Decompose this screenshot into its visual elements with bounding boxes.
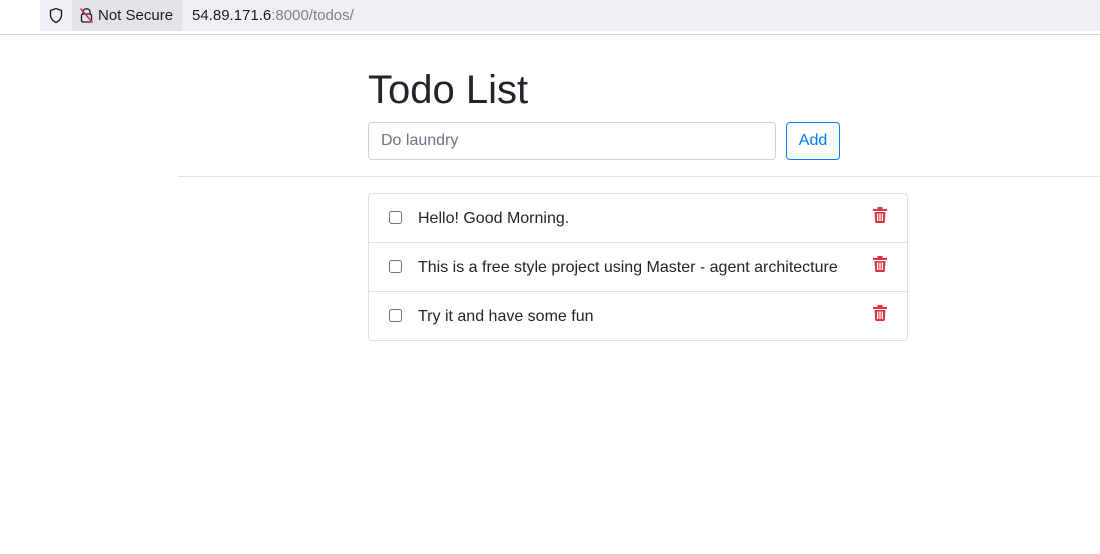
todo-text: This is a free style project using Maste…: [418, 259, 838, 276]
url-text[interactable]: 54.89.171.6:8000/todos/: [192, 7, 354, 24]
trash-icon[interactable]: [873, 305, 887, 321]
divider: [178, 176, 1100, 177]
todo-item: Hello! Good Morning.: [369, 194, 907, 243]
todo-item: Try it and have some fun: [369, 292, 907, 340]
todo-input[interactable]: [368, 122, 776, 160]
add-button[interactable]: Add: [786, 122, 840, 160]
url-host: 54.89.171.6: [192, 7, 272, 24]
todo-text: Try it and have some fun: [418, 308, 594, 325]
page-title: Todo List: [368, 68, 529, 112]
trash-icon[interactable]: [873, 207, 887, 223]
trash-icon[interactable]: [873, 256, 887, 272]
shield-icon[interactable]: [48, 7, 64, 24]
todo-item: This is a free style project using Maste…: [369, 243, 907, 292]
security-label[interactable]: Not Secure: [98, 7, 173, 24]
todo-text: Hello! Good Morning.: [418, 210, 570, 227]
todo-list: Hello! Good Morning. This is a free styl…: [368, 193, 908, 341]
browser-toolbar: Not Secure 54.89.171.6:8000/todos/: [0, 0, 1100, 35]
lock-slash-icon: [79, 8, 94, 23]
url-path: :8000/todos/: [271, 7, 354, 24]
todo-checkbox[interactable]: [389, 309, 402, 322]
todo-checkbox[interactable]: [389, 211, 402, 224]
todo-checkbox[interactable]: [389, 260, 402, 273]
